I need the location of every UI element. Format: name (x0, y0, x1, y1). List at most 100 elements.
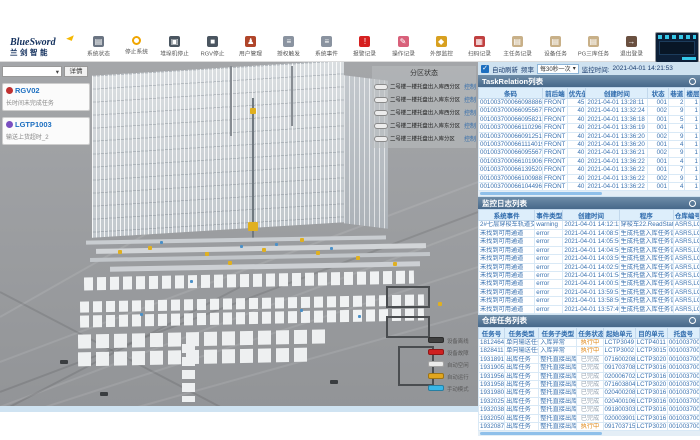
table-row[interactable]: 未找到可用通道error2021-04-01 14:04:56生成托盘入库任务请… (479, 246, 700, 254)
toolbar-button-system-status[interactable]: ▤系统状态 (80, 36, 117, 58)
toolbar-button-pg-warehouse-tasks[interactable]: ▤PG三库任务 (575, 36, 612, 58)
toolbar-button-system-events[interactable]: ≡系统事件 (308, 36, 345, 58)
table-row[interactable]: 00100370006609556770FRONT402021-04-01 13… (479, 149, 700, 157)
auto-refresh-checkbox[interactable]: ✓ (481, 65, 489, 73)
table-row[interactable]: 1932038出库任务整托直接出库已完成0918003032LCTP301600… (479, 406, 700, 414)
table-row[interactable]: 1932087出库任务整托直接出库执行中0917037152LCTP302000… (479, 423, 700, 431)
table-row[interactable]: 00100370006609125123FRONT402021-04-01 13… (479, 132, 700, 140)
partition-label: 二号楼三楼托盘出入库分区 (390, 134, 462, 142)
column-header[interactable]: 任务类型 (505, 327, 539, 338)
table-cell: 4 (668, 157, 685, 165)
table-row[interactable]: 1931958出库任务整托直接出库已完成0716038042LCTP302000… (479, 380, 700, 388)
table-row[interactable]: 1932025出库任务整托直接出库已完成0204001062LCTP301600… (479, 397, 700, 405)
column-header[interactable]: 任务号 (479, 327, 505, 338)
partition-control-link[interactable]: 控制 (464, 82, 476, 91)
table-row[interactable]: 00100370006610449657FRONT402021-04-01 13… (479, 183, 700, 191)
partition-checkbox[interactable] (374, 136, 388, 142)
toolbar-button-scan-records[interactable]: ▦扫码记录 (461, 36, 498, 58)
toolbar-button-logout[interactable]: →退出登录 (613, 36, 650, 58)
toolbar-button-authorization-trigger[interactable]: ≡授权触发 (270, 36, 307, 58)
toolbar-button-stacker-stop[interactable]: ▣堆垛机停止 (156, 36, 193, 58)
toolbar-button-device-tasks[interactable]: ▤设备任务 (537, 36, 574, 58)
table-row[interactable]: 未找到可用通道error2021-04-01 13:59:51生成托盘入库任务请… (479, 288, 700, 296)
column-header[interactable]: 起始单元 (603, 327, 635, 338)
column-header[interactable]: 任务子类型 (539, 327, 577, 338)
toolbar-button-user-management[interactable]: ♟用户管理 (232, 36, 269, 58)
column-header[interactable]: 创建时间 (563, 210, 619, 221)
table-row[interactable]: 未找到可用通道error2021-04-01 14:03:56生成托盘入库任务请… (479, 255, 700, 263)
toolbar-button-stop-system[interactable]: 停止系统 (118, 36, 155, 58)
partition-control-link[interactable]: 控制 (464, 95, 476, 104)
table-row[interactable]: 00100370006609556770FRONT402021-04-01 13… (479, 107, 700, 115)
column-header[interactable]: 系统事件 (479, 210, 535, 221)
table-row[interactable]: 1931891出库任务整托直接出库已完成0716002082LCTP302000… (479, 355, 700, 363)
alarm-card-rgv02[interactable]: RGV02长时间未完成任务 (2, 83, 90, 111)
partition-checkbox[interactable] (374, 84, 388, 90)
toolbar-button-operation-records[interactable]: ✎操作记录 (385, 36, 422, 58)
table-row[interactable]: 1812464单向输送任务入库异常执行中LCTP3049LCTP40110010… (479, 338, 700, 346)
partition-control-link[interactable]: 控制 (464, 134, 476, 143)
horizontal-scrollbar[interactable] (478, 431, 700, 436)
toolbar-button-main-task-records[interactable]: ▤主任务记录 (499, 36, 536, 58)
table-row[interactable]: 未找到可用通道error2021-04-01 14:01:54生成托盘入库任务请… (479, 271, 700, 279)
column-header[interactable]: 创建时间 (586, 88, 648, 99)
column-header[interactable]: 优先值 (567, 88, 586, 99)
column-header[interactable]: 事件类型 (535, 210, 563, 221)
mini-monitor-thumbnail[interactable] (655, 32, 699, 63)
table-row[interactable]: 00100370006609888621FRONT452021-04-01 13… (479, 99, 700, 107)
forklift-icon (438, 302, 442, 306)
column-header[interactable]: 前后端 (543, 88, 568, 99)
frequency-select[interactable]: 每30秒一次 ▾ (537, 64, 579, 74)
panel-settings-icon[interactable] (689, 78, 696, 85)
table-row[interactable]: 未找到可用通道error2021-04-01 14:00:52生成托盘入库任务请… (479, 280, 700, 288)
column-header[interactable]: 程序 (619, 210, 673, 221)
table-cell: 出库任务 (505, 423, 539, 431)
table-row[interactable]: 未找到可用通道error2021-04-01 14:02:55生成托盘入库任务请… (479, 263, 700, 271)
table-row[interactable]: 未找到可用通道error2021-04-01 14:05:56生成托盘入库任务请… (479, 238, 700, 246)
column-header[interactable]: 楼层 (685, 88, 700, 99)
table-row[interactable]: 2#七层穿梭车轨道交通异常warning2021-04-01 14:12:12穿… (479, 221, 700, 229)
table-row[interactable]: 未找到可用通道error2021-04-01 14:08:57生成托盘入库任务请… (479, 229, 700, 237)
table-row[interactable]: 1828411单向输送任务入库异常执行中LCTP3002LCTP30150010… (479, 347, 700, 355)
panel-settings-icon[interactable] (689, 317, 696, 324)
table-row[interactable]: 未找到可用通道error2021-04-01 13:57:49生成托盘入库任务请… (479, 305, 700, 313)
table-row[interactable]: 00100370006613952005FRONT402021-04-01 13… (479, 166, 700, 174)
toolbar-button-alarm-records[interactable]: !报警记录 (346, 36, 383, 58)
table-row[interactable]: 00100370006611140190FRONT402021-04-01 13… (479, 141, 700, 149)
partition-checkbox[interactable] (374, 97, 388, 103)
partition-checkbox[interactable] (374, 123, 388, 129)
column-header[interactable]: 条码 (479, 88, 543, 99)
details-button[interactable]: 详情 (64, 66, 88, 77)
table-cell: 出库任务 (505, 414, 539, 422)
column-header[interactable]: 仓库编号 (673, 210, 699, 221)
table-row[interactable]: 1931905出库任务整托直接出库已完成0917037081LCTP301600… (479, 364, 700, 372)
alarm-filter-select[interactable]: ▾ (2, 66, 62, 77)
column-header[interactable]: 巷道 (668, 88, 685, 99)
table-row[interactable]: 00100370006609582162FRONT402021-04-01 13… (479, 115, 700, 123)
column-header[interactable]: 托盘号 (667, 327, 699, 338)
toolbar-button-rgv-stop[interactable]: ■RGV停止 (194, 36, 231, 58)
table-row[interactable]: 00100370006610190639FRONT402021-04-01 13… (479, 157, 700, 165)
table-row[interactable]: 未找到可用通道error2021-04-01 13:58:50生成托盘入库任务请… (479, 297, 700, 305)
panel-settings-icon[interactable] (689, 200, 696, 207)
toolbar-button-label: 主任务记录 (501, 49, 534, 58)
column-header[interactable]: 状态 (648, 88, 669, 99)
table-row[interactable]: 00100370006611029657FRONT402021-04-01 13… (479, 124, 700, 132)
table-cell: ASRS,LG2 (673, 255, 699, 263)
alarm-card-lgtp1003[interactable]: LGTP1003输送上货超时_2 (2, 117, 90, 145)
partition-control-link[interactable]: 控制 (464, 121, 476, 130)
scrollbar-thumb[interactable] (480, 192, 602, 195)
warehouse-3d-viewport[interactable]: ▾ 详情 RGV02长时间未完成任务LGTP1003输送上货超时_2 分区状态 … (0, 62, 478, 412)
horizontal-scrollbar[interactable] (478, 191, 700, 196)
column-header[interactable]: 目的单元 (635, 327, 667, 338)
partition-checkbox[interactable] (374, 110, 388, 116)
table-row[interactable]: 1931980出库任务整托直接出库已完成0204002081LCTP301600… (479, 389, 700, 397)
table-cell: ASRS,LG2 (673, 271, 699, 279)
table-row[interactable]: 1931956出库任务整托直接出库已完成0200067022LCTP301600… (479, 372, 700, 380)
table-row[interactable]: 00100370006610098881FRONT402021-04-01 13… (479, 174, 700, 182)
scrollbar-thumb[interactable] (480, 432, 602, 435)
table-row[interactable]: 1932050出库任务整托直接出库已完成0200039011LCTP301600… (479, 414, 700, 422)
column-header[interactable]: 任务状态 (577, 327, 603, 338)
toolbar-button-external-monitor[interactable]: ◆外部监控 (423, 36, 460, 58)
partition-control-link[interactable]: 控制 (464, 108, 476, 117)
